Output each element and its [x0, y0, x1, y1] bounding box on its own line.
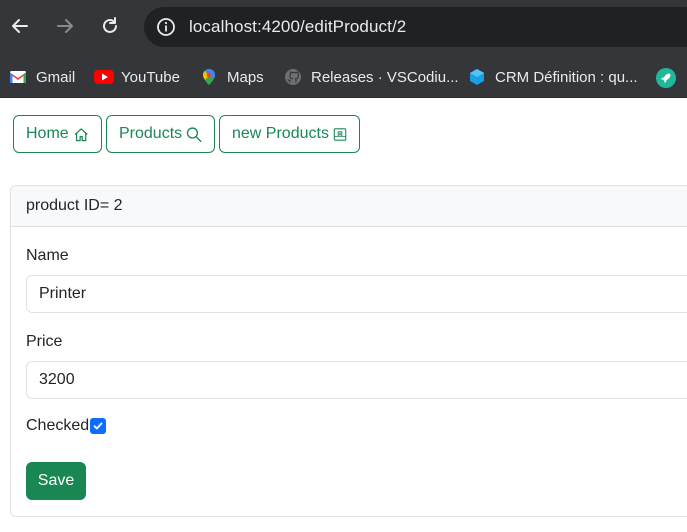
- gmail-icon: [9, 68, 27, 86]
- checked-label: Checked: [26, 417, 90, 434]
- bookmarks-bar: Gmail YouTube Maps Releases · VSCodiu...…: [0, 56, 687, 98]
- maps-pin-icon: [200, 68, 218, 86]
- address-bar[interactable]: localhost:4200/editProduct/2: [144, 7, 687, 47]
- search-icon: [186, 126, 202, 142]
- bookmark-maps[interactable]: Maps: [200, 65, 264, 89]
- database-add-icon: [333, 127, 347, 141]
- new-products-button[interactable]: new Products: [219, 115, 360, 153]
- bookmark-label: CRM Définition : qu...: [495, 68, 638, 86]
- url-text: localhost:4200/editProduct/2: [189, 17, 407, 36]
- browser-toolbar: localhost:4200/editProduct/2: [0, 0, 687, 56]
- products-button-label: Products: [119, 125, 183, 142]
- forward-icon[interactable]: [53, 14, 77, 38]
- github-icon: [284, 68, 302, 86]
- bookmark-rocket[interactable]: [656, 65, 683, 89]
- bookmark-releases[interactable]: Releases · VSCodiu...: [284, 65, 459, 89]
- price-input[interactable]: 3200: [26, 361, 687, 399]
- bookmark-crm[interactable]: CRM Définition : qu...: [468, 65, 638, 89]
- checked-row: Checked: [26, 417, 107, 435]
- rocket-icon: [656, 68, 676, 88]
- reload-icon[interactable]: [98, 14, 122, 38]
- bookmark-label: YouTube: [121, 68, 180, 86]
- name-input[interactable]: Printer: [26, 275, 687, 313]
- house-icon: [74, 127, 88, 141]
- products-button[interactable]: Products: [106, 115, 215, 153]
- youtube-icon: [94, 68, 114, 86]
- bookmark-youtube[interactable]: YouTube: [94, 65, 180, 89]
- save-button[interactable]: Save: [26, 462, 86, 500]
- edit-product-card: product ID= 2 Name Printer Price 3200 Ch…: [10, 185, 687, 517]
- card-header: product ID= 2: [11, 186, 687, 227]
- bookmark-label: Releases · VSCodiu...: [311, 68, 459, 86]
- home-button[interactable]: Home: [13, 115, 102, 153]
- checked-checkbox[interactable]: [90, 418, 107, 434]
- checkmark-icon: [93, 422, 103, 430]
- site-info-icon[interactable]: [156, 17, 176, 37]
- bookmark-label: Gmail: [36, 68, 76, 86]
- bookmark-gmail[interactable]: Gmail: [9, 65, 75, 89]
- bookmark-label: Maps: [227, 68, 264, 86]
- page-content: Home Products new Products product ID= 2…: [0, 98, 687, 532]
- home-button-label: Home: [26, 125, 69, 142]
- crm-hexagon-icon: [468, 68, 486, 86]
- price-label: Price: [26, 333, 63, 350]
- back-icon[interactable]: [8, 14, 32, 38]
- new-products-button-label: new Products: [232, 125, 329, 142]
- name-label: Name: [26, 247, 69, 264]
